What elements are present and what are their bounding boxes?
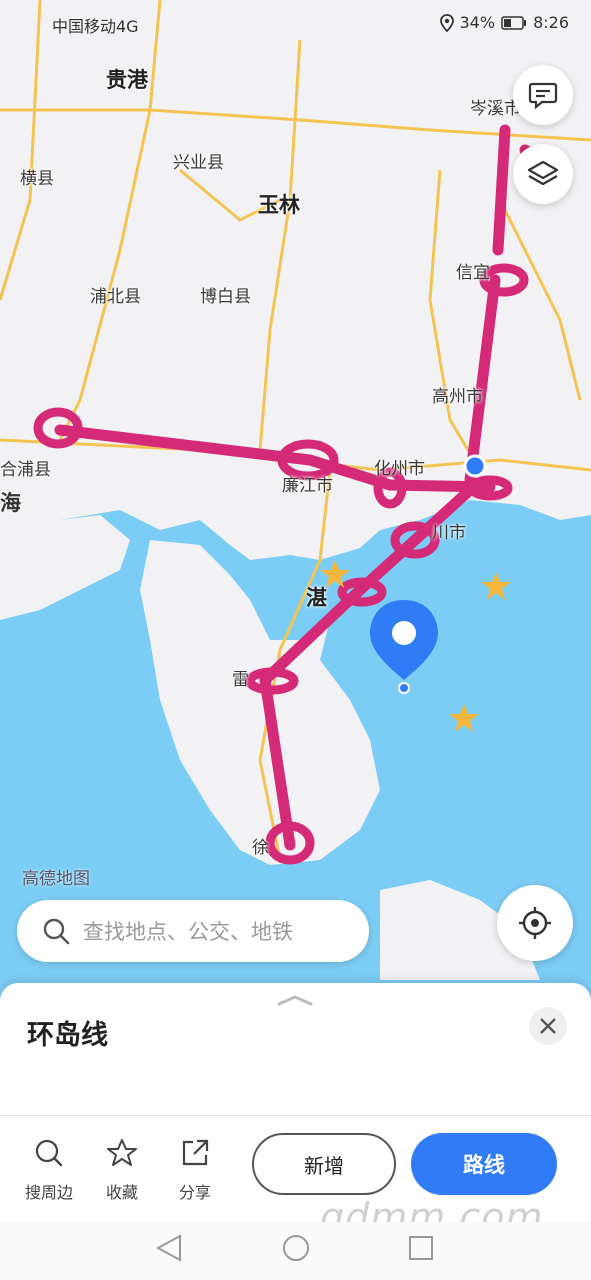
map-label-zhanjiang: 湛 [306,586,327,610]
sheet-title: 环岛线 [27,1020,108,1051]
locate-button[interactable] [497,885,573,961]
location-status-icon [439,13,454,32]
system-nav-bar [0,1222,591,1280]
action-label: 收藏 [105,1183,138,1202]
map-label-beihai: 海 [0,491,21,515]
close-icon [540,1018,556,1034]
map-label-lianjiang: 廉江市 [282,476,333,496]
battery-icon [501,15,527,30]
map-label-bobai: 博白县 [200,287,251,307]
map-label-huazhou: 化州市 [374,459,425,479]
locate-icon [519,907,551,939]
status-right: 34% 8:26 [439,13,569,32]
location-dot [463,454,487,478]
search-placeholder: 查找地点、公交、地铁 [83,920,293,944]
map-label-hepu: 合浦县 [0,460,51,480]
close-button[interactable] [529,1007,567,1045]
layers-button[interactable] [513,144,573,204]
sheet-divider [0,1115,591,1116]
map-label-gaozhou: 高州市 [432,387,483,407]
recents-icon [409,1236,433,1260]
action-label: 搜周边 [24,1183,73,1202]
map-label-leizhou: 雷 [232,670,249,690]
star-icon [107,1139,137,1166]
action-share[interactable]: 分享 [165,1135,225,1203]
map-label-wuchuan: 川市 [432,523,466,543]
time-text: 8:26 [533,13,569,32]
status-bar: 中国移动4G 34% 8:26 [0,0,591,46]
map-label-xingye: 兴业县 [173,153,224,173]
map-label-yulin: 玉林 [258,193,300,217]
home-icon [283,1235,309,1261]
search-icon [35,1139,63,1167]
carrier-text: 中国移动4G [52,17,139,36]
message-button[interactable] [513,65,573,125]
action-search-nearby[interactable]: 搜周边 [19,1135,79,1203]
add-button[interactable]: 新增 [252,1133,396,1195]
map-label-hengxian: 横县 [20,169,54,189]
battery-text: 34% [459,13,496,32]
map-watermark: 高德地图 [22,869,90,889]
sheet-handle-icon[interactable] [275,993,315,1007]
map-label-pubei: 浦北县 [90,287,141,307]
message-icon [528,82,558,109]
map-label-xinyi: 信宜 [456,263,490,283]
map-label-xuwen: 徐 [252,838,269,858]
map-label-guigang: 贵港 [106,68,148,92]
action-label: 分享 [178,1183,211,1202]
action-favorite[interactable]: 收藏 [92,1135,152,1203]
share-icon [182,1139,209,1166]
back-icon [155,1234,181,1262]
nav-icons [155,1234,433,1262]
search-bar[interactable]: 查找地点、公交、地铁 [17,900,369,962]
layers-icon [527,160,559,186]
route-button[interactable]: 路线 [411,1133,557,1195]
search-icon [43,918,70,945]
